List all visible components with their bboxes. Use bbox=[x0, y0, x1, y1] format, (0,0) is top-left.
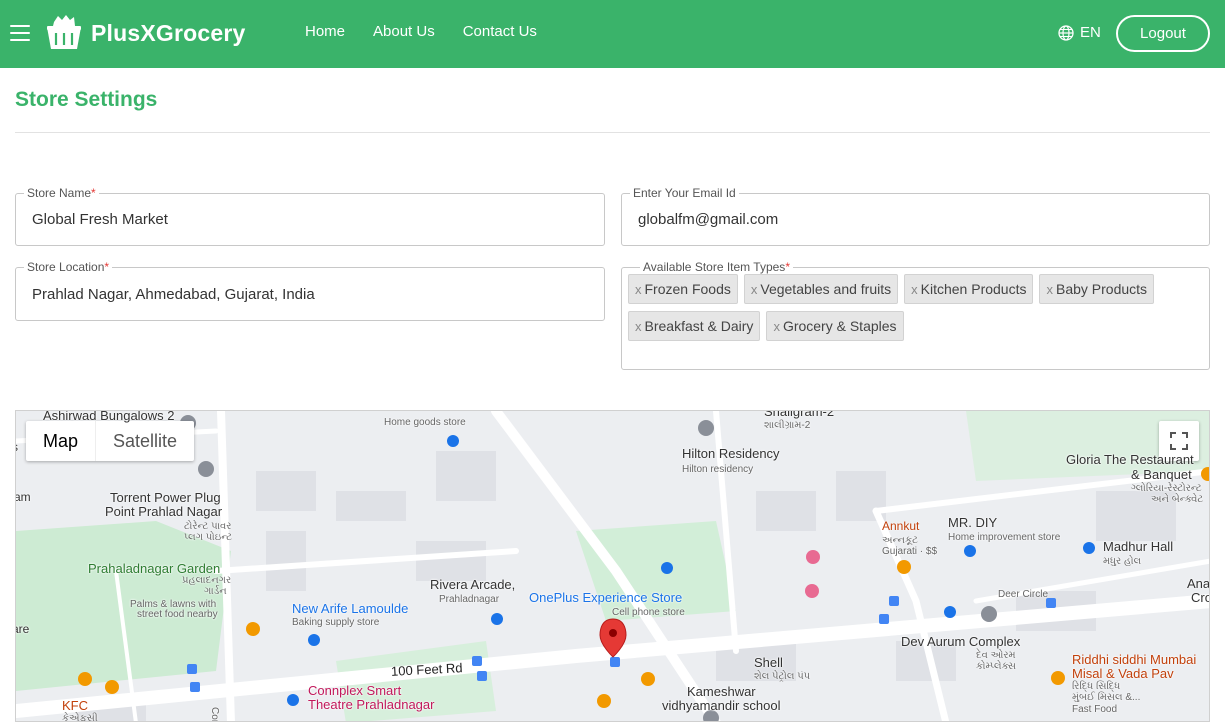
item-types-chips: x Frozen Foods x Vegetables and fruits x Ki… bbox=[628, 274, 1203, 348]
map-label: OnePlus Experience Store bbox=[529, 590, 683, 605]
map-label: Hilton residency bbox=[682, 464, 754, 475]
basket-logo-icon bbox=[47, 15, 81, 49]
map-label: Kameshwar bbox=[687, 684, 756, 699]
map-label: Gloria The Restaurant bbox=[1066, 452, 1194, 467]
store-location-field: Store Location* bbox=[15, 259, 605, 321]
map-label: Home goods store bbox=[384, 417, 466, 428]
map-label: Annkut bbox=[882, 519, 920, 533]
map-label: street food nearby bbox=[137, 609, 218, 620]
map-label: vidhyamandir school bbox=[662, 698, 781, 713]
map-label: Misal & Vada Pav bbox=[1072, 666, 1174, 681]
map-label: Ashirwad Bungalows 2 bbox=[43, 410, 175, 423]
map-label: Dev Aurum Complex bbox=[901, 634, 1021, 649]
map-label: Anan bbox=[1187, 576, 1210, 591]
remove-chip-icon[interactable]: x bbox=[635, 282, 642, 297]
main-nav: Home About Us Contact Us bbox=[305, 23, 565, 40]
map-label: Torrent Power Plug bbox=[110, 490, 221, 505]
map-label: અને બેન્ક્વેટ bbox=[1151, 494, 1204, 505]
email-input[interactable] bbox=[638, 194, 1193, 245]
map-label: પ્લગ પોઇન્ટ bbox=[184, 532, 233, 543]
map-label: MR. DIY bbox=[948, 515, 998, 530]
hamburger-menu-icon[interactable] bbox=[10, 25, 30, 43]
globe-icon bbox=[1058, 24, 1074, 41]
map-label: મધુર હોલ bbox=[1103, 556, 1142, 567]
map-type-satellite[interactable]: Satellite bbox=[95, 421, 194, 461]
chip-breakfast-dairy: x Breakfast & Dairy bbox=[628, 311, 761, 341]
language-code: EN bbox=[1080, 24, 1101, 41]
map-label: Hilton Residency bbox=[682, 446, 780, 461]
nav-about-us[interactable]: About Us bbox=[373, 23, 435, 40]
map-label: Gujarati · $$ bbox=[882, 546, 938, 557]
map-type-control: Map Satellite bbox=[26, 421, 195, 461]
brand-name: PlusXGrocery bbox=[91, 19, 246, 46]
remove-chip-icon[interactable]: x bbox=[773, 319, 780, 334]
top-navbar: PlusXGrocery Home About Us Contact Us EN… bbox=[0, 0, 1225, 68]
map-label: am bbox=[15, 490, 31, 504]
map-label: Madhur Hall bbox=[1103, 539, 1174, 554]
fullscreen-icon bbox=[1170, 432, 1188, 450]
map-label: ગાર્ડન bbox=[204, 586, 227, 597]
map-label: Rivera Arcade, bbox=[430, 577, 516, 592]
map-label: Point Prahlad Nagar bbox=[105, 504, 223, 519]
store-name-input[interactable] bbox=[32, 194, 588, 245]
logout-button[interactable]: Logout bbox=[1116, 15, 1210, 52]
road-label: 100 Feet Rd bbox=[390, 660, 463, 679]
chip-vegetables-fruits: x Vegetables and fruits bbox=[743, 274, 899, 304]
map-label: Riddhi siddhi Mumbai bbox=[1072, 652, 1197, 667]
brand-logo[interactable]: PlusXGrocery bbox=[44, 14, 246, 52]
map-label: શેલ પેટ્રોલ પંપ bbox=[754, 671, 811, 682]
map-label: KFC bbox=[62, 698, 88, 713]
language-selector[interactable]: EN bbox=[1058, 24, 1101, 41]
title-divider bbox=[15, 132, 1210, 133]
map-label: Home improvement store bbox=[948, 532, 1061, 543]
map-label: કોમ્પ્લેક્સ bbox=[976, 661, 1016, 672]
map-label: Cell phone store bbox=[612, 607, 685, 618]
chip-kitchen-products: x Kitchen Products bbox=[904, 274, 1034, 304]
map-label: Baking supply store bbox=[292, 617, 380, 628]
chip-baby-products: x Baby Products bbox=[1039, 274, 1155, 304]
map-label: કેએફસી bbox=[62, 713, 98, 722]
nav-contact-us[interactable]: Contact Us bbox=[463, 23, 537, 40]
store-name-field: Store Name* bbox=[15, 185, 605, 246]
map-label: શાલીગ્રામ-2 bbox=[764, 420, 811, 431]
map-label: Fast Food bbox=[1072, 704, 1118, 715]
map-type-map[interactable]: Map bbox=[26, 421, 95, 461]
remove-chip-icon[interactable]: x bbox=[1046, 282, 1053, 297]
map-label: rs bbox=[16, 441, 18, 454]
store-location-input[interactable] bbox=[32, 268, 588, 320]
item-types-label: Available Store Item Types* bbox=[640, 259, 793, 275]
item-types-field: Available Store Item Types* x Frozen Food… bbox=[621, 259, 1210, 370]
store-location-map[interactable]: Map Satellite Ashirwad Bungalows 2 Home … bbox=[15, 410, 1210, 722]
map-label: & Banquet bbox=[1131, 467, 1192, 482]
map-label: Shaligram-2 bbox=[764, 410, 835, 419]
remove-chip-icon[interactable]: x bbox=[751, 282, 758, 297]
map-label: Corpo bbox=[209, 707, 220, 722]
map-label: Connplex Smart bbox=[308, 683, 402, 698]
remove-chip-icon[interactable]: x bbox=[911, 282, 918, 297]
chip-grocery-staples: x Grocery & Staples bbox=[766, 311, 904, 341]
map-label: Cros bbox=[1191, 590, 1209, 605]
chip-frozen-foods: x Frozen Foods bbox=[628, 274, 738, 304]
email-field: Enter Your Email Id bbox=[621, 185, 1210, 246]
page-title: Store Settings bbox=[15, 88, 158, 111]
remove-chip-icon[interactable]: x bbox=[635, 319, 642, 334]
map-label: Prahladnagar bbox=[439, 594, 500, 605]
map-label: are bbox=[16, 622, 30, 636]
nav-home[interactable]: Home bbox=[305, 23, 345, 40]
map-label: Shell bbox=[754, 655, 783, 670]
map-label: Theatre Prahladnagar bbox=[308, 697, 435, 712]
map-label: New Arife Lamoulde bbox=[292, 601, 409, 616]
map-label: Deer Circle bbox=[998, 589, 1049, 600]
